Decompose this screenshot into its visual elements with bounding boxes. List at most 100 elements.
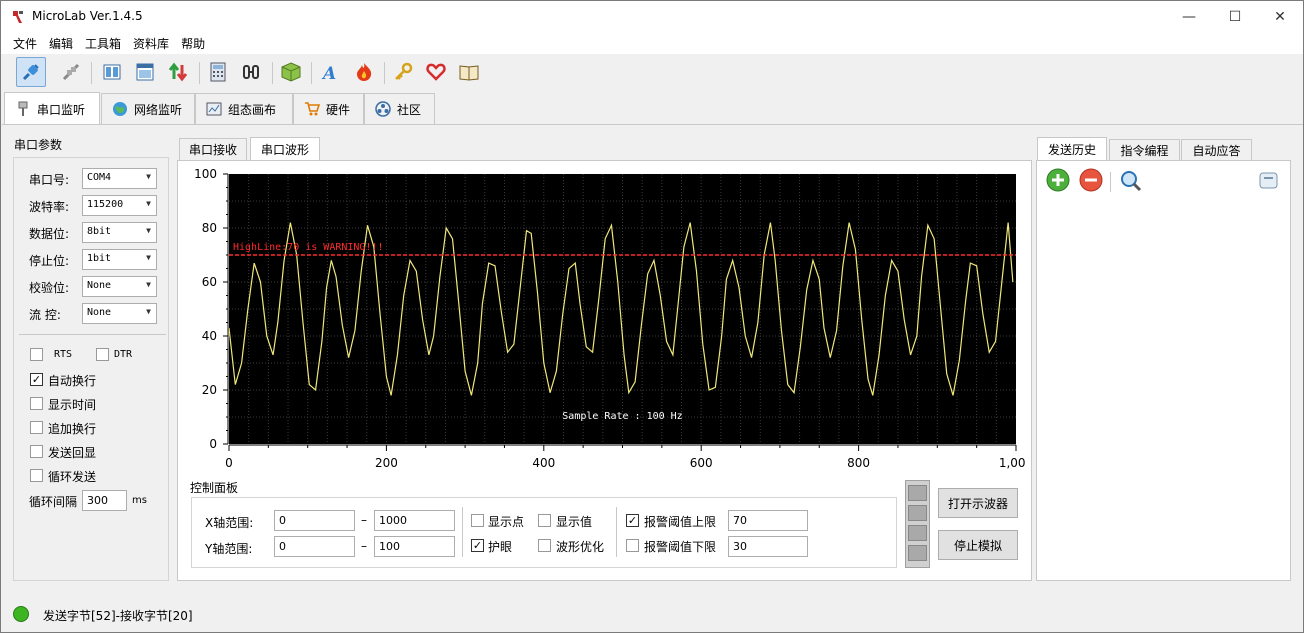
menu-edit[interactable]: 编辑 <box>43 32 79 54</box>
book-icon[interactable] <box>454 57 484 87</box>
status-led-icon <box>13 606 29 622</box>
parity-select[interactable]: None ▼ <box>82 276 157 297</box>
tab-command-programming[interactable]: 指令编程 <box>1109 139 1180 161</box>
wave-optimize-label: 波形优化 <box>556 540 605 554</box>
interval-label: 循环间隔 <box>29 495 78 509</box>
append-newline-label: 追加换行 <box>48 422 97 436</box>
x-tick-label: 200 <box>375 456 398 470</box>
tab-community[interactable]: 社区 <box>364 93 435 124</box>
y-tick-label: 60 <box>202 275 217 289</box>
disconnect-icon[interactable] <box>56 57 86 87</box>
baud-rate-select[interactable]: 115200 ▼ <box>82 195 157 216</box>
close-button[interactable]: ✕ <box>1257 1 1303 32</box>
control-panel <box>191 497 897 568</box>
key-icon[interactable] <box>388 57 418 87</box>
port-select[interactable]: COM4 ▼ <box>82 168 157 189</box>
dtr-checkbox[interactable] <box>96 348 109 361</box>
alarm-high-input[interactable]: 70 <box>728 510 808 531</box>
split-view-icon[interactable] <box>97 57 127 87</box>
toolbar-separator <box>199 62 200 84</box>
toolbar-separator <box>311 62 312 84</box>
x-max-input[interactable]: 1000 <box>374 510 455 531</box>
tab-serial-monitor[interactable]: 串口监听 <box>4 92 100 125</box>
tab-hardware[interactable]: 硬件 <box>293 93 364 124</box>
flow-control-select[interactable]: None ▼ <box>82 303 157 324</box>
y-max-input[interactable]: 100 <box>374 536 455 557</box>
heart-icon[interactable] <box>421 57 451 87</box>
show-time-checkbox[interactable] <box>30 397 43 410</box>
y-tick-label: 100 <box>194 167 217 181</box>
y-min-input[interactable]: 0 <box>274 536 355 557</box>
speed-slider[interactable] <box>905 480 930 568</box>
tab-auto-reply[interactable]: 自动应答 <box>1181 139 1252 161</box>
chevron-down-icon: ▼ <box>146 253 151 262</box>
stop-bits-label: 停止位: <box>29 254 70 268</box>
stop-bits-value: 1bit <box>87 253 112 264</box>
show-values-checkbox[interactable] <box>538 514 551 527</box>
menu-library[interactable]: 资料库 <box>127 32 175 54</box>
y-tick-label: 0 <box>209 437 217 451</box>
send-receive-icon[interactable] <box>163 57 193 87</box>
app-window: MicroLab Ver.1.4.5 — ☐ ✕ 文件 编辑 工具箱 资料库 帮… <box>0 0 1304 633</box>
eraser-icon[interactable] <box>1257 169 1281 196</box>
send-echo-checkbox[interactable] <box>30 445 43 458</box>
maximize-button[interactable]: ☐ <box>1212 1 1258 32</box>
y-tick-label: 80 <box>202 221 217 235</box>
globe-icon <box>113 102 127 116</box>
alarm-low-checkbox[interactable] <box>626 539 639 552</box>
alarm-high-checkbox[interactable]: ✓ <box>626 514 639 527</box>
menu-bar: 文件 编辑 工具箱 资料库 帮助 <box>1 32 1303 54</box>
tab-label: 组态画布 <box>228 102 277 117</box>
connect-icon[interactable] <box>16 57 46 87</box>
x-min-input[interactable]: 0 <box>274 510 355 531</box>
title-bar: MicroLab Ver.1.4.5 — ☐ ✕ <box>1 1 1303 32</box>
open-scope-button[interactable]: 打开示波器 <box>938 488 1018 518</box>
minimize-button[interactable]: — <box>1166 1 1212 32</box>
wave-optimize-checkbox[interactable] <box>538 539 551 552</box>
baud-rate-value: 115200 <box>87 199 124 210</box>
data-bits-select[interactable]: 8bit ▼ <box>82 222 157 243</box>
show-points-checkbox[interactable] <box>471 514 484 527</box>
x-range-dash: – <box>361 513 367 527</box>
tab-network-monitor[interactable]: 网络监听 <box>101 93 195 124</box>
stop-bits-select[interactable]: 1bit ▼ <box>82 249 157 270</box>
add-icon[interactable] <box>1046 168 1070 195</box>
serial-tool-icon[interactable] <box>236 57 266 87</box>
tab-send-history[interactable]: 发送历史 <box>1037 137 1107 161</box>
loop-send-checkbox[interactable] <box>30 469 43 482</box>
send-echo-label: 发送回显 <box>48 446 97 460</box>
sample-rate-annotation: Sample Rate : 100 Hz <box>562 411 682 422</box>
stop-simulation-button[interactable]: 停止模拟 <box>938 530 1018 560</box>
calculator-icon[interactable] <box>203 57 233 87</box>
dtr-label: DTR <box>114 349 133 360</box>
menu-help[interactable]: 帮助 <box>175 32 211 54</box>
auto-wrap-checkbox[interactable]: ✓ <box>30 373 43 386</box>
eye-care-checkbox[interactable]: ✓ <box>471 539 484 552</box>
tab-serial-waveform[interactable]: 串口波形 <box>250 137 320 161</box>
flame-icon[interactable] <box>349 57 379 87</box>
interval-unit: ms <box>132 495 147 506</box>
rts-checkbox[interactable] <box>30 348 43 361</box>
status-text: 发送字节[52]-接收字节[20] <box>43 609 193 623</box>
tab-serial-receive[interactable]: 串口接收 <box>179 138 247 160</box>
waveform-chart: 0 20 40 60 80 100 0 200 400 600 800 1,000 HighLine:7… <box>194 167 1026 470</box>
show-time-label: 显示时间 <box>48 398 97 412</box>
window-view-icon[interactable] <box>130 57 160 87</box>
search-icon[interactable] <box>1119 169 1143 196</box>
alarm-high-label: 报警阈值上限 <box>644 515 717 529</box>
menu-toolbox[interactable]: 工具箱 <box>79 32 127 54</box>
port-value: COM4 <box>87 172 112 183</box>
interval-input[interactable]: 300 <box>82 490 127 511</box>
remove-icon[interactable] <box>1079 168 1103 195</box>
svg-text:A: A <box>321 64 336 83</box>
alarm-low-label: 报警阈值下限 <box>644 540 717 554</box>
tab-label: 社区 <box>397 102 422 117</box>
package-icon[interactable] <box>276 57 306 87</box>
menu-file[interactable]: 文件 <box>7 32 43 54</box>
canvas-icon <box>206 102 222 116</box>
append-newline-checkbox[interactable] <box>30 421 43 434</box>
tab-config-canvas[interactable]: 组态画布 <box>195 93 293 124</box>
font-icon[interactable]: A <box>316 57 346 87</box>
alarm-low-input[interactable]: 30 <box>728 536 808 557</box>
chevron-down-icon: ▼ <box>146 199 151 208</box>
